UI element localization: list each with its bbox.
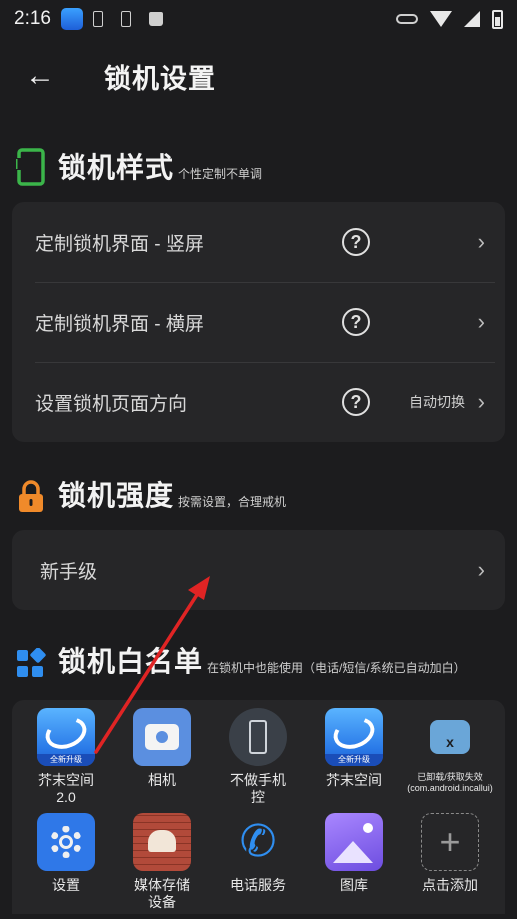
sim-icon-2 bbox=[120, 11, 131, 27]
jiemo-icon: 全新升级 bbox=[37, 708, 95, 766]
setting-label: 定制锁机界面 - 横屏 bbox=[35, 313, 204, 335]
media-storage-icon bbox=[133, 813, 191, 871]
add-app-button[interactable]: + 点击添加 bbox=[402, 813, 498, 894]
app-label: 设置 bbox=[52, 877, 80, 893]
whitelist-section-subtitle: 在锁机中也能使用（电话/短信/系统已自动加白） bbox=[207, 661, 466, 675]
setting-label: 定制锁机界面 - 竖屏 bbox=[35, 233, 204, 255]
add-icon: + bbox=[421, 813, 479, 871]
whitelist-app[interactable]: 全新升级 芥末空间 bbox=[306, 708, 402, 789]
style-section-title: 锁机样式 bbox=[58, 152, 175, 183]
app-header: ← 锁机设置 bbox=[0, 50, 517, 102]
call-icon: ✆ bbox=[239, 817, 277, 866]
chevron-right-icon: › bbox=[477, 557, 485, 582]
gallery-icon bbox=[325, 813, 383, 871]
app-label: 芥末空间 bbox=[326, 772, 382, 788]
whitelist-app[interactable]: 图库 bbox=[306, 813, 402, 894]
whitelist-app[interactable]: 全新升级 芥末空间 2.0 bbox=[18, 708, 114, 806]
whitelist-app-grid: 全新升级 芥末空间 2.0 相机 不做手机控 全新升级 芥末空间 x 已卸载/获取… bbox=[12, 700, 505, 914]
camera-icon bbox=[133, 708, 191, 766]
app-notification-icon bbox=[60, 8, 83, 30]
plus-glyph: + bbox=[439, 821, 461, 862]
whitelist-app[interactable]: 不做手机控 bbox=[210, 708, 306, 806]
strength-section-header: 锁机强度 按需设置，合理戒机 bbox=[16, 474, 286, 514]
status-time: 2:16 bbox=[14, 8, 51, 29]
settings-icon bbox=[37, 813, 95, 871]
strength-level-row[interactable]: 新手级 › bbox=[12, 530, 505, 610]
lock-icon bbox=[19, 480, 43, 512]
setting-row-orientation[interactable]: 设置锁机页面方向 ? 自动切换 › bbox=[12, 362, 505, 442]
link-icon bbox=[396, 14, 418, 24]
style-settings-card: 定制锁机界面 - 竖屏 ? › 定制锁机界面 - 横屏 ? › 设置锁机页面方向… bbox=[12, 202, 505, 442]
status-bar: 2:16 bbox=[0, 0, 517, 38]
app-label: 点击添加 bbox=[422, 877, 478, 893]
whitelist-section-header: 锁机白名单 在锁机中也能使用（电话/短信/系统已自动加白） bbox=[16, 640, 466, 680]
battery-icon bbox=[492, 9, 503, 29]
chevron-right-icon: › bbox=[477, 389, 485, 414]
sim-icon bbox=[92, 11, 103, 27]
phone-icon bbox=[229, 708, 287, 766]
whitelist-app[interactable]: 设置 bbox=[18, 813, 114, 894]
jiemo-icon: 全新升级 bbox=[325, 708, 383, 766]
back-arrow-icon[interactable]: ← bbox=[0, 50, 80, 102]
strength-section-title: 锁机强度 bbox=[58, 480, 175, 511]
signal-icon bbox=[464, 11, 480, 27]
strength-card: 新手级 › bbox=[12, 530, 505, 610]
setting-row-portrait[interactable]: 定制锁机界面 - 竖屏 ? › bbox=[12, 202, 505, 282]
setting-row-landscape[interactable]: 定制锁机界面 - 横屏 ? › bbox=[12, 282, 505, 362]
style-section-subtitle: 个性定制不单调 bbox=[178, 167, 263, 181]
strength-section-subtitle: 按需设置，合理戒机 bbox=[178, 495, 287, 509]
chevron-right-icon: › bbox=[477, 309, 485, 334]
app-label: 不做手机控 bbox=[230, 772, 286, 805]
help-icon[interactable]: ? bbox=[342, 388, 370, 416]
apps-grid-icon bbox=[17, 648, 46, 677]
jiemo-icon-tag: 全新升级 bbox=[37, 754, 95, 766]
style-section-header: 锁机样式 个性定制不单调 bbox=[16, 146, 262, 186]
setting-label: 设置锁机页面方向 bbox=[35, 393, 188, 415]
chevron-right-icon: › bbox=[477, 229, 485, 254]
jiemo-icon-tag: 全新升级 bbox=[325, 754, 383, 766]
wifi-icon bbox=[430, 11, 452, 27]
whitelist-app[interactable]: x 已卸载/获取失效(com.android.incallui) bbox=[402, 708, 498, 794]
whitelist-section-title: 锁机白名单 bbox=[58, 646, 204, 677]
help-icon[interactable]: ? bbox=[342, 228, 370, 256]
whitelist-app[interactable]: 媒体存储 设备 bbox=[114, 813, 210, 911]
app-label: 芥末空间 2.0 bbox=[38, 772, 94, 805]
app-label: 图库 bbox=[340, 877, 368, 893]
shopping-bag-icon bbox=[148, 12, 163, 26]
strength-level-label: 新手级 bbox=[40, 561, 98, 583]
phone-outline-icon bbox=[16, 148, 45, 186]
app-label: 相机 bbox=[148, 772, 176, 788]
page-title: 锁机设置 bbox=[104, 63, 216, 94]
orientation-value: 自动切换 bbox=[409, 394, 465, 410]
whitelist-app[interactable]: 相机 bbox=[114, 708, 210, 789]
android-icon: x bbox=[421, 708, 479, 766]
app-label: 电话服务 bbox=[230, 877, 286, 893]
help-icon[interactable]: ? bbox=[342, 308, 370, 336]
app-label: 已卸载/获取失效(com.android.incallui) bbox=[407, 772, 493, 793]
whitelist-app[interactable]: ✆ 电话服务 bbox=[210, 813, 306, 894]
app-label: 媒体存储 设备 bbox=[134, 877, 190, 910]
